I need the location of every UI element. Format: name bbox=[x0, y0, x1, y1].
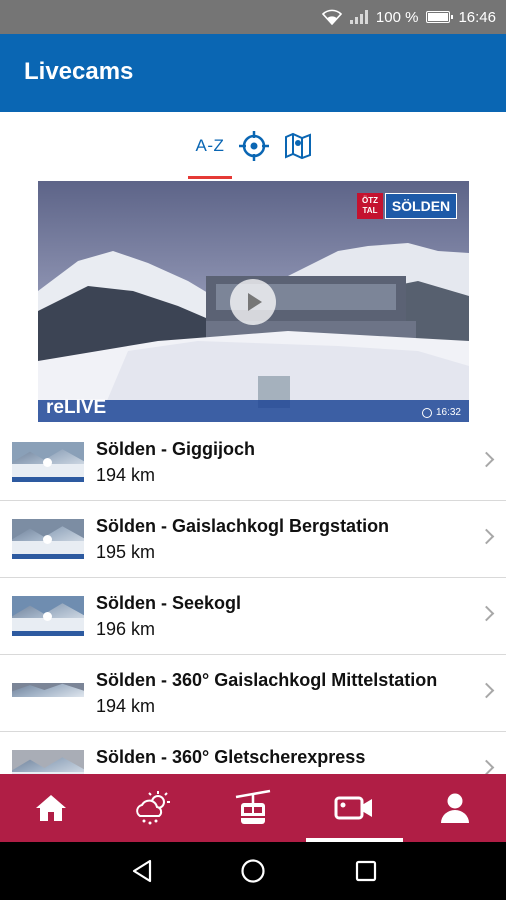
status-bar: 100 % 16:46 bbox=[0, 0, 506, 34]
home-circle-icon bbox=[241, 859, 265, 883]
wifi-icon bbox=[321, 9, 342, 25]
view-tabs: A-Z bbox=[0, 112, 506, 182]
livecam-distance: 196 km bbox=[96, 619, 156, 639]
cam-timestamp: 16:32 bbox=[421, 407, 461, 418]
livecam-thumbnail bbox=[12, 442, 84, 482]
profile-icon bbox=[441, 793, 470, 823]
chevron-right-icon bbox=[478, 528, 495, 545]
camera-icon bbox=[334, 796, 373, 820]
page-title: Livecams bbox=[24, 58, 134, 85]
tab-selected-indicator bbox=[188, 176, 232, 179]
relive-label: reLIVE bbox=[46, 397, 107, 418]
battery-icon bbox=[426, 11, 454, 23]
gondola-icon bbox=[235, 789, 271, 824]
livecam-distance: 195 km bbox=[96, 542, 156, 562]
battery-percent: 100 % bbox=[375, 8, 419, 26]
app-bar: Livecams bbox=[0, 34, 506, 112]
livecam-thumbnail bbox=[12, 683, 84, 697]
map-icon bbox=[285, 132, 311, 160]
bottom-nav bbox=[0, 774, 506, 842]
status-icons: 100 % 16:46 bbox=[321, 0, 496, 34]
system-navigation-bar bbox=[0, 842, 506, 900]
featured-livecam[interactable]: ÖTZ TAL SÖLDEN reLIVE 16:32 bbox=[38, 181, 469, 422]
nav-weather[interactable] bbox=[101, 774, 202, 842]
system-recents-button[interactable] bbox=[336, 842, 396, 900]
home-icon bbox=[35, 795, 66, 821]
nav-home[interactable] bbox=[0, 774, 101, 842]
chevron-right-icon bbox=[478, 682, 495, 699]
livecam-distance: 194 km bbox=[96, 696, 156, 716]
tab-map[interactable] bbox=[282, 130, 314, 162]
signal-icon bbox=[349, 10, 368, 24]
livecam-title: Sölden - 360° Gaislachkogl Mittelstation bbox=[96, 670, 438, 690]
clock-icon bbox=[421, 407, 432, 418]
livecam-title: Sölden - Gaislachkogl Bergstation bbox=[96, 516, 390, 536]
livecam-thumbnail bbox=[12, 519, 84, 559]
chevron-right-icon bbox=[478, 451, 495, 468]
status-time: 16:46 bbox=[458, 8, 496, 26]
list-item[interactable]: Sölden - 360° Gletscherexpress bbox=[0, 732, 506, 774]
tab-nearby[interactable] bbox=[238, 130, 270, 162]
system-back-button[interactable] bbox=[112, 842, 172, 900]
system-home-button[interactable] bbox=[223, 842, 283, 900]
nav-livecams[interactable] bbox=[304, 774, 405, 842]
list-item[interactable]: Sölden - Giggijoch 194 km bbox=[0, 424, 506, 501]
tab-az[interactable]: A-Z bbox=[190, 130, 230, 162]
weather-icon bbox=[135, 791, 170, 825]
list-item[interactable]: Sölden - Gaislachkogl Bergstation 195 km bbox=[0, 501, 506, 578]
play-button[interactable] bbox=[230, 279, 276, 325]
chevron-right-icon bbox=[478, 759, 495, 774]
livecam-title: Sölden - Seekogl bbox=[96, 593, 242, 613]
livecam-title: Sölden - 360° Gletscherexpress bbox=[96, 747, 366, 767]
solden-logo: SÖLDEN bbox=[385, 193, 457, 219]
recents-square-icon bbox=[355, 860, 377, 882]
otztal-logo: ÖTZ TAL bbox=[357, 193, 383, 219]
list-item[interactable]: Sölden - Seekogl 196 km bbox=[0, 578, 506, 655]
livecam-distance: 194 km bbox=[96, 465, 156, 485]
cam-time-text: 16:32 bbox=[435, 407, 461, 418]
livecam-title: Sölden - Giggijoch bbox=[96, 439, 255, 459]
livecam-thumbnail bbox=[12, 750, 84, 774]
livecam-list: Sölden - Giggijoch 194 km Sölden - Gaisl… bbox=[0, 424, 506, 774]
locate-icon bbox=[239, 131, 269, 161]
list-item[interactable]: Sölden - 360° Gaislachkogl Mittelstation… bbox=[0, 655, 506, 732]
nav-lifts[interactable] bbox=[202, 774, 303, 842]
livecam-thumbnail bbox=[12, 596, 84, 636]
chevron-right-icon bbox=[478, 605, 495, 622]
play-icon bbox=[248, 293, 262, 311]
nav-profile[interactable] bbox=[405, 774, 506, 842]
back-triangle-icon bbox=[132, 859, 152, 883]
